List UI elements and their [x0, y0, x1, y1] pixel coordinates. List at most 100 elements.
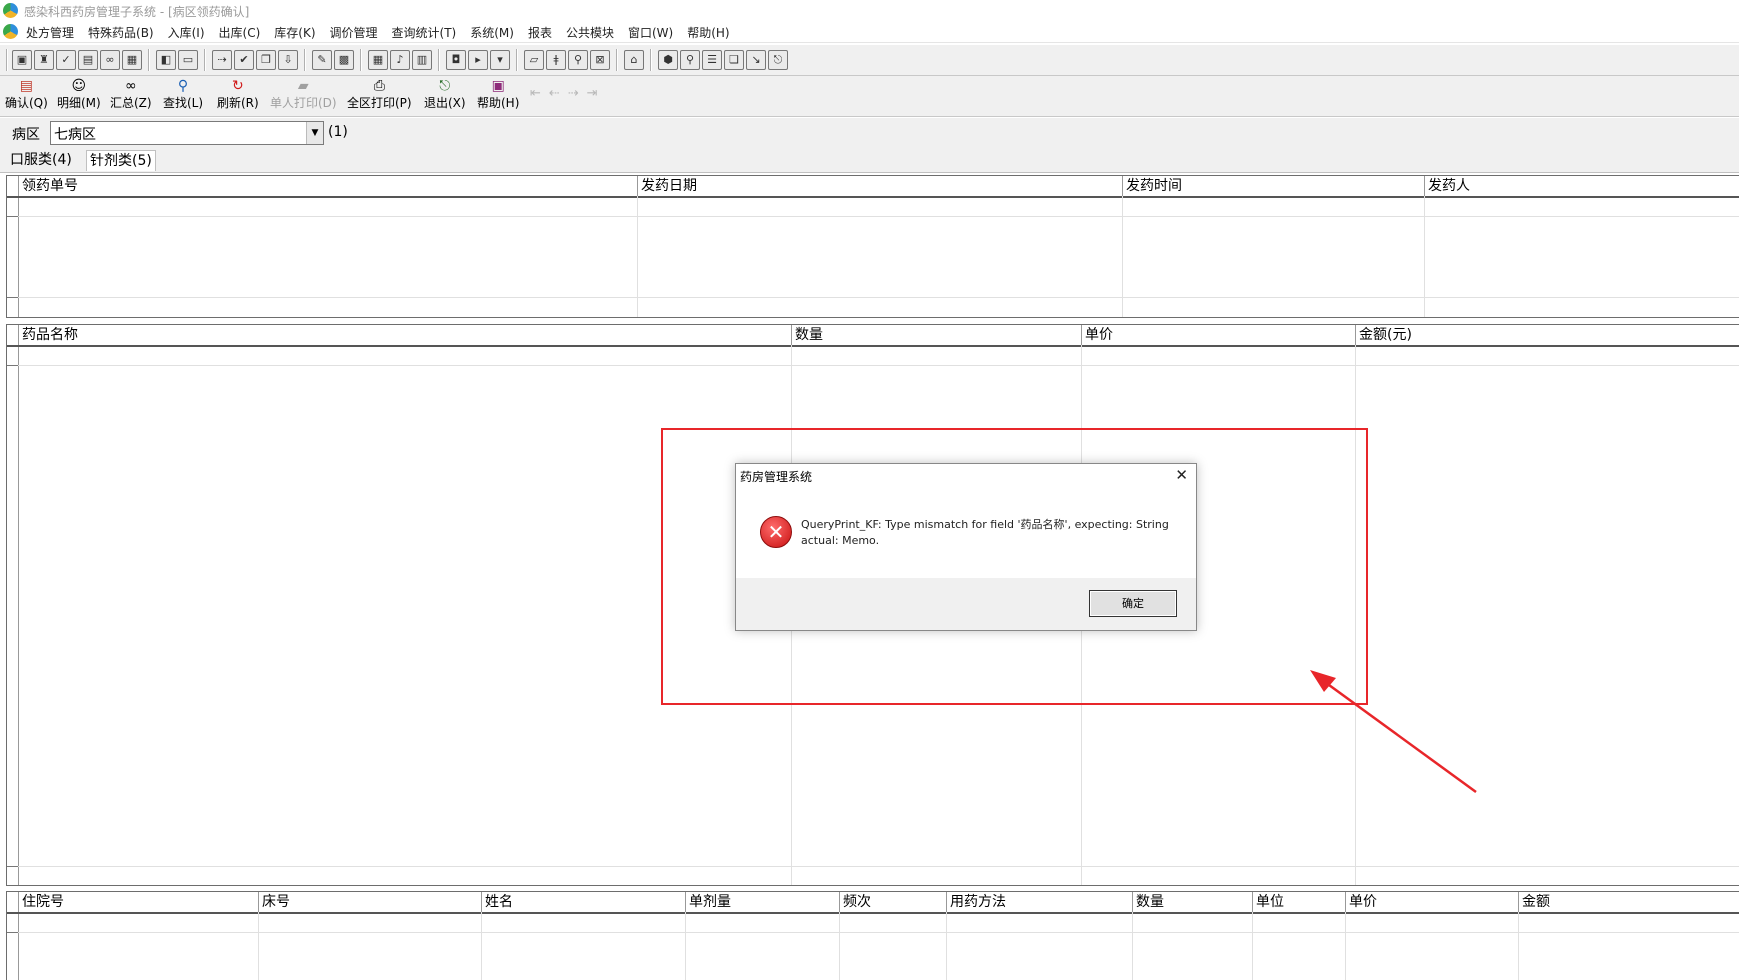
toolbar-separator	[148, 49, 150, 71]
find-label: 查找(L)	[163, 96, 204, 110]
record-nav-arrows[interactable]: ⇤⇠⇢⇥	[530, 86, 606, 101]
col-frequency[interactable]: 频次	[839, 892, 946, 912]
refresh-label: 刷新(R)	[217, 96, 259, 110]
detail-label: 明细(M)	[57, 96, 101, 110]
menu-help[interactable]: 帮助(H)	[687, 24, 729, 41]
tile-horizontal-icon[interactable]: ☰	[702, 50, 722, 70]
col-usage[interactable]: 用药方法	[946, 892, 1132, 912]
check-box-icon[interactable]: ✓	[56, 50, 76, 70]
row-indicator-column	[7, 325, 19, 885]
row-marker	[7, 866, 18, 867]
calculator-icon[interactable]: ▦	[368, 50, 388, 70]
grid-line	[7, 297, 1739, 298]
menu-app-icon[interactable]	[3, 24, 18, 39]
col-patient-amount[interactable]: 金额	[1518, 892, 1739, 912]
search-icon[interactable]: ⚲	[680, 50, 700, 70]
exit-door-icon[interactable]: ⎋	[768, 50, 788, 70]
col-dispenser[interactable]: 发药人	[1424, 176, 1739, 196]
ward-label: 病区	[12, 127, 40, 143]
col-order-no[interactable]: 领药单号	[18, 176, 643, 196]
col-patient-unit-price[interactable]: 单价	[1345, 892, 1518, 912]
exit-button[interactable]: ⎋ 退出(X)	[424, 78, 466, 111]
open-folder-icon[interactable]: ⌂	[624, 50, 644, 70]
grid-line	[1424, 196, 1425, 317]
edit-icon[interactable]: ✎	[312, 50, 332, 70]
title-bar: 感染科西药房管理子系统 - [病区领药确认]	[0, 0, 1739, 22]
detail-button[interactable]: ☺ 明细(M)	[57, 78, 101, 111]
col-dispense-date[interactable]: 发药日期	[637, 176, 1122, 196]
menu-query-stats[interactable]: 查询统计(T)	[392, 24, 457, 41]
bell-icon[interactable]: ♪	[390, 50, 410, 70]
menu-reports[interactable]: 报表	[528, 24, 552, 41]
toolbar-separator	[438, 49, 440, 71]
row-marker	[7, 932, 18, 933]
col-bed-no[interactable]: 床号	[258, 892, 481, 912]
copy-icon[interactable]: ❐	[256, 50, 276, 70]
tab-injection[interactable]: 针剂类(5)	[86, 150, 156, 171]
tab-oral[interactable]: 口服类(4)	[7, 150, 75, 170]
confirm-button[interactable]: ▤ 确认(Q)	[5, 78, 48, 111]
grid-line	[258, 912, 259, 980]
help-button[interactable]: ▣ 帮助(H)	[477, 78, 519, 111]
dialog-title: 药房管理系统	[740, 470, 813, 484]
clipboard-icon[interactable]: ▤	[78, 50, 98, 70]
gift-icon[interactable]: ▦	[122, 50, 142, 70]
cascade-icon[interactable]: ❏	[724, 50, 744, 70]
import-icon[interactable]: ⇢	[212, 50, 232, 70]
bottle-icon[interactable]: ♜	[34, 50, 54, 70]
document-search-icon[interactable]: ◧	[156, 50, 176, 70]
menu-stock-in[interactable]: 入库(I)	[168, 24, 205, 41]
folder-icon[interactable]: ▱	[524, 50, 544, 70]
error-message: QueryPrint_KF: Type mismatch for field '…	[801, 518, 1169, 547]
cart-icon[interactable]: ▾	[490, 50, 510, 70]
ward-select[interactable]: 七病区 ▼	[50, 121, 324, 145]
menu-prescription[interactable]: 处方管理	[26, 24, 74, 41]
single-print-button[interactable]: ▰ 单人打印(D)	[270, 78, 337, 111]
menu-system[interactable]: 系统(M)	[470, 24, 514, 41]
col-amount[interactable]: 金额(元)	[1355, 325, 1739, 345]
menu-inventory[interactable]: 库存(K)	[274, 24, 315, 41]
help-book-icon: ▣	[491, 78, 505, 94]
chevron-down-icon[interactable]: ▼	[306, 122, 323, 144]
checkmark-icon[interactable]: ✔	[234, 50, 254, 70]
arrange-icon[interactable]: ↘	[746, 50, 766, 70]
refresh-button[interactable]: ↻ 刷新(R)	[217, 78, 259, 111]
print-single-icon: ▰	[297, 78, 309, 94]
download-icon[interactable]: ⇩	[278, 50, 298, 70]
calendar-icon[interactable]: ▥	[412, 50, 432, 70]
menu-stock-out[interactable]: 出库(C)	[219, 24, 261, 41]
menu-public-module[interactable]: 公共模块	[566, 24, 614, 41]
col-dispense-time[interactable]: 发药时间	[1122, 176, 1424, 196]
zoom-icon[interactable]: ⚲	[568, 50, 588, 70]
close-box-icon[interactable]: ⊠	[590, 50, 610, 70]
picture-icon[interactable]: ▩	[334, 50, 354, 70]
ward-print-button[interactable]: ⎙ 全区打印(P)	[347, 78, 412, 111]
menu-price-adjust[interactable]: 调价管理	[330, 24, 378, 41]
magnifier-icon: ⚲	[177, 78, 189, 94]
monitor-icon[interactable]: ▣	[12, 50, 32, 70]
col-single-dose[interactable]: 单剂量	[685, 892, 839, 912]
menu-special-drugs[interactable]: 特殊药品(B)	[88, 24, 154, 41]
col-quantity[interactable]: 数量	[791, 325, 1081, 345]
shield-icon[interactable]: ⬢	[658, 50, 678, 70]
grid-line	[481, 912, 482, 980]
col-patient-name[interactable]: 姓名	[481, 892, 685, 912]
binoculars-icon[interactable]: ∞	[100, 50, 120, 70]
ok-button[interactable]: 确定	[1089, 590, 1177, 617]
close-icon[interactable]: ✕	[1175, 466, 1188, 484]
col-admission-no[interactable]: 住院号	[18, 892, 258, 912]
col-patient-quantity[interactable]: 数量	[1132, 892, 1252, 912]
find-button[interactable]: ⚲ 查找(L)	[163, 78, 203, 111]
thermometer-icon[interactable]: ǂ	[546, 50, 566, 70]
grid-line	[1132, 912, 1133, 980]
jar-icon[interactable]: ◘	[446, 50, 466, 70]
card-icon[interactable]: ▭	[178, 50, 198, 70]
drug-grid-header: 药品名称 数量 单价 金额(元)	[7, 325, 1739, 347]
truck-icon[interactable]: ▸	[468, 50, 488, 70]
col-unit-price[interactable]: 单价	[1081, 325, 1355, 345]
col-unit[interactable]: 单位	[1252, 892, 1345, 912]
menu-window[interactable]: 窗口(W)	[628, 24, 673, 41]
summary-button[interactable]: ∞ 汇总(Z)	[110, 78, 152, 111]
col-drug-name[interactable]: 药品名称	[18, 325, 797, 345]
toolbar-separator	[204, 49, 206, 71]
